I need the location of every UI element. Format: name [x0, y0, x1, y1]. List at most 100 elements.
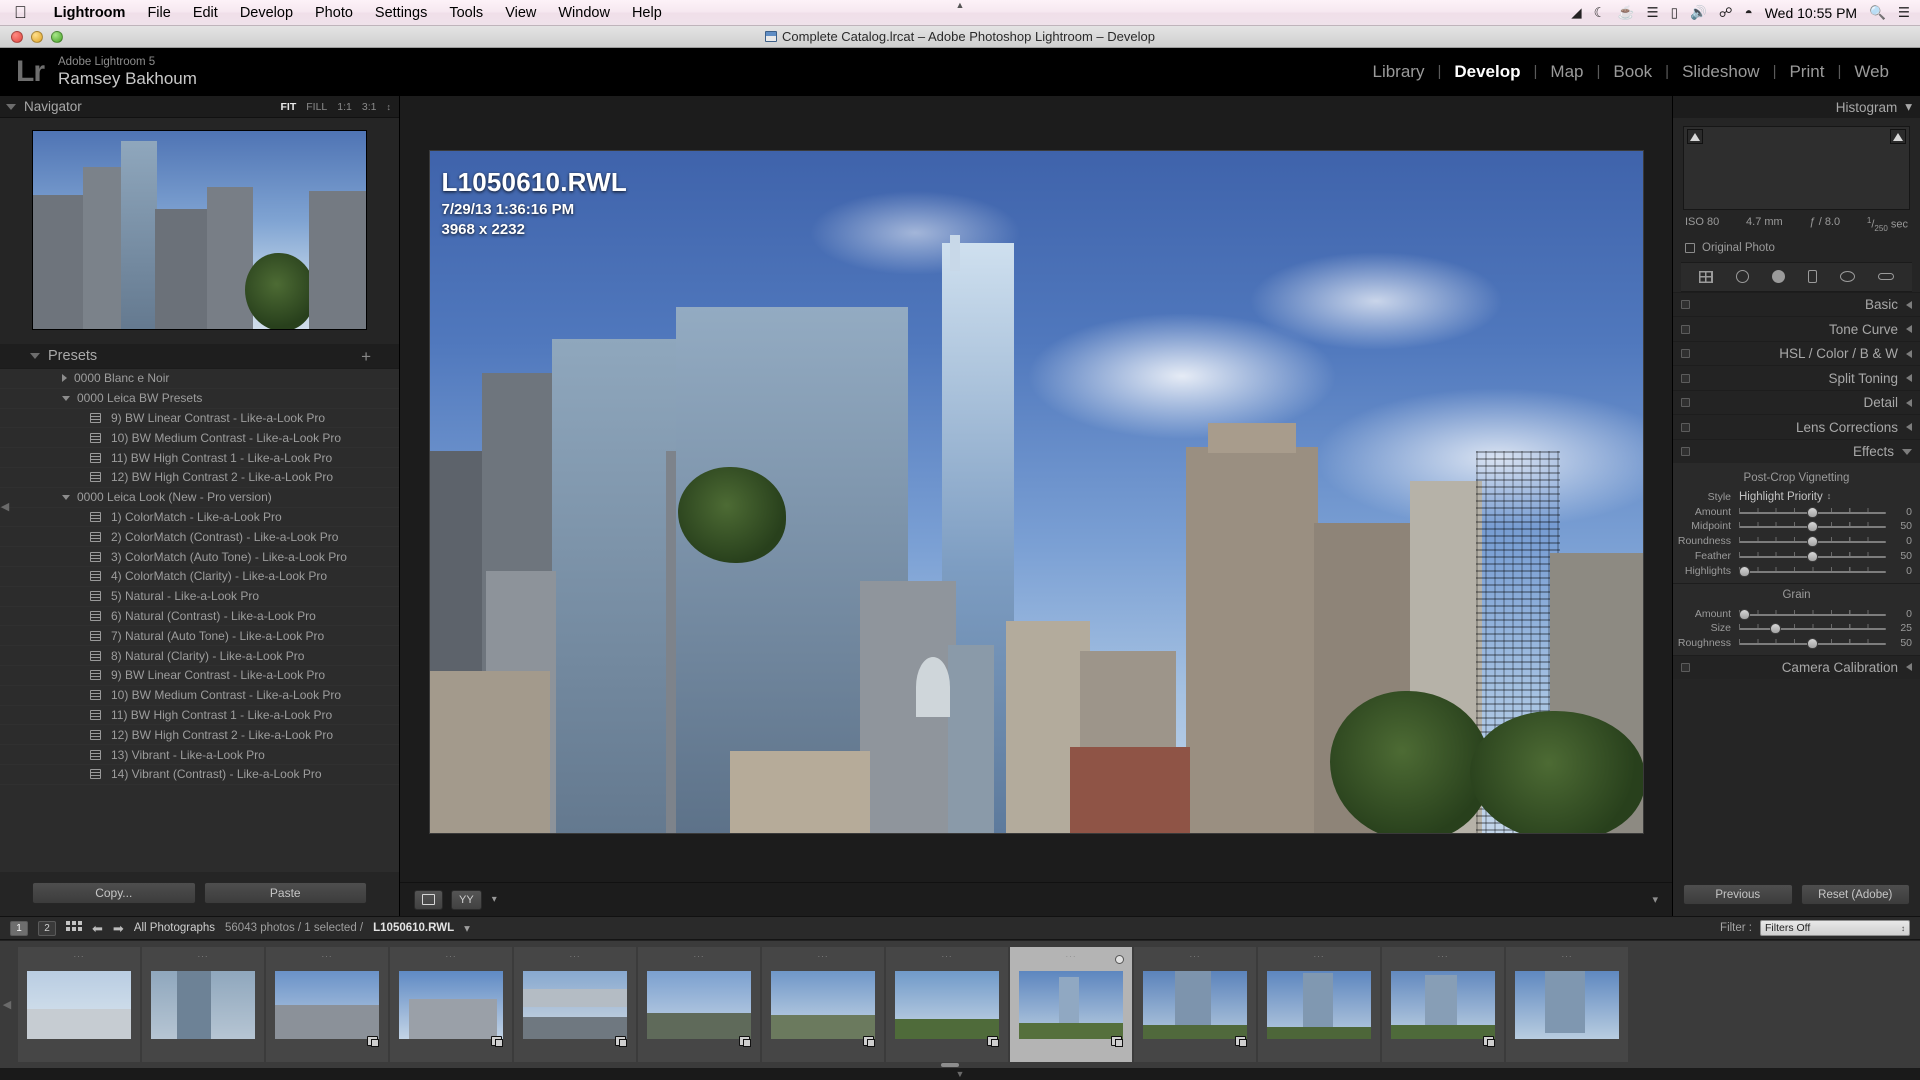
zoom-mode-1-1[interactable]: 1:1 [337, 101, 352, 113]
style-spinner-icon[interactable]: ↕ [1827, 492, 1832, 501]
checkbox-icon[interactable] [1685, 242, 1695, 253]
preset-group-row[interactable]: 0000 Leica Look (New - Pro version) [0, 488, 399, 508]
module-library[interactable]: Library [1360, 62, 1438, 82]
section-detail[interactable]: Detail [1673, 389, 1920, 415]
filmstrip-thumbnail[interactable]: ··· [886, 947, 1008, 1062]
chevron-down-icon[interactable] [62, 494, 70, 500]
graduated-filter-icon[interactable] [1808, 270, 1818, 284]
preset-item-row[interactable]: 12) BW High Contrast 2 - Like-a-Look Pro [0, 725, 399, 746]
slider-value[interactable]: 50 [1886, 520, 1912, 532]
coffee-icon[interactable]: ☕ [1618, 5, 1635, 21]
vignette-style-row[interactable]: Style Highlight Priority ↕ [1673, 489, 1920, 504]
red-eye-correction-icon[interactable] [1771, 270, 1785, 284]
menu-item-photo[interactable]: Photo [304, 5, 364, 21]
dropbox-icon[interactable]: ◢ [1571, 5, 1581, 21]
module-book[interactable]: Book [1600, 62, 1665, 82]
filmstrip-left-arrow[interactable]: ◀ [2, 941, 12, 1068]
display-icon[interactable]: ▯ [1671, 5, 1678, 21]
slider-knob[interactable] [1807, 536, 1818, 548]
slider-value[interactable]: 25 [1886, 622, 1912, 634]
slider-value[interactable]: 0 [1886, 506, 1912, 518]
zoom-mode-fit[interactable]: FIT [281, 101, 297, 113]
identity-plate[interactable]: Adobe Lightroom 5 Ramsey Bakhoum [58, 55, 197, 89]
thumbnail-flag-icon[interactable] [1115, 955, 1124, 964]
preset-item-row[interactable]: 6) Natural (Contrast) - Like-a-Look Pro [0, 607, 399, 627]
section-switch-icon[interactable] [1681, 662, 1690, 672]
style-value[interactable]: Highlight Priority [1739, 491, 1823, 503]
original-photo-toggle[interactable]: Original Photo [1673, 233, 1920, 262]
bluetooth-icon[interactable]: ☍ [1719, 5, 1733, 21]
chevron-right-icon[interactable] [62, 374, 67, 383]
section-switch-icon[interactable] [1681, 349, 1690, 359]
filmstrip-thumbnail[interactable]: ··· [514, 947, 636, 1062]
preset-item-row[interactable]: 2) ColorMatch (Contrast) - Like-a-Look P… [0, 527, 399, 548]
before-after-button[interactable]: YY [451, 889, 482, 910]
toolbar-options-caret-icon[interactable]: ▾ [492, 894, 497, 905]
radial-filter-icon[interactable] [1840, 271, 1856, 283]
section-lens-corrections[interactable]: Lens Corrections [1673, 414, 1920, 439]
chevron-left-icon[interactable] [1906, 349, 1912, 358]
section-hsl-color-bw[interactable]: HSL / Color / B & W [1673, 340, 1920, 366]
preset-group-row[interactable]: 0000 Blanc e Noir [0, 369, 399, 389]
preset-group-row[interactable]: 0000 Leica BW Presets [0, 389, 399, 409]
section-split-toning[interactable]: Split Toning [1673, 365, 1920, 390]
section-switch-icon[interactable] [1681, 447, 1690, 457]
moon-icon[interactable]: ☾ [1594, 5, 1606, 21]
filmstrip-thumbnail[interactable]: ··· [142, 947, 264, 1062]
slider-row[interactable]: Midpoint 50 [1673, 519, 1920, 534]
slider-track[interactable] [1739, 549, 1886, 563]
slider-knob[interactable] [1739, 565, 1751, 577]
preset-item-row[interactable]: 8) Natural (Clarity) - Like-a-Look Pro [0, 646, 399, 666]
slider-value[interactable]: 50 [1886, 637, 1912, 649]
highlight-clipping-icon[interactable] [1890, 129, 1906, 144]
preset-item-row[interactable]: 9) BW Linear Contrast - Like-a-Look Pro [0, 409, 399, 429]
chevron-left-icon[interactable] [1906, 398, 1912, 407]
chevron-left-icon[interactable] [1906, 374, 1912, 383]
preset-item-row[interactable]: 5) Natural - Like-a-Look Pro [0, 587, 399, 607]
histogram-graph[interactable] [1683, 126, 1910, 210]
slider-knob[interactable] [1807, 638, 1818, 650]
copy-button[interactable]: Copy... [32, 882, 196, 904]
volume-icon[interactable]: 🔊 [1690, 5, 1707, 21]
slider-track[interactable] [1739, 505, 1886, 519]
filmstrip-thumbnail[interactable]: ··· [1258, 947, 1380, 1062]
menu-item-help[interactable]: Help [621, 5, 673, 21]
nav-back-icon[interactable]: ⬅ [92, 922, 103, 935]
chevron-left-icon[interactable] [1906, 663, 1912, 672]
wifi-icon[interactable]: ◓ [1745, 5, 1753, 20]
slider-knob[interactable] [1770, 623, 1782, 635]
filmstrip-thumbnail[interactable]: ··· [390, 947, 512, 1062]
preset-item-row[interactable]: 7) Natural (Auto Tone) - Like-a-Look Pro [0, 626, 399, 647]
slider-knob[interactable] [1807, 521, 1818, 533]
search-icon[interactable]: 🔍 [1869, 5, 1886, 21]
apple-logo-icon[interactable]:  [14, 4, 27, 21]
reset-button[interactable]: Reset (Adobe) [1800, 884, 1910, 905]
filmstrip-collapse-icon[interactable]: ▼ [0, 1068, 1920, 1080]
presets-list[interactable]: 0000 Blanc e Noir 0000 Leica BW Presets 9)… [0, 368, 399, 872]
left-panel-collapse-arrow[interactable]: ◀ [0, 96, 10, 916]
preset-item-row[interactable]: 10) BW Medium Contrast - Like-a-Look Pro [0, 428, 399, 449]
zoom-mode-fill[interactable]: FILL [306, 101, 327, 113]
module-develop[interactable]: Develop [1441, 62, 1533, 82]
filmstrip-thumbnail[interactable]: ··· [1382, 947, 1504, 1062]
navigator-header[interactable]: Navigator FIT FILL 1:1 3:1 ↕ [0, 96, 399, 118]
section-camera-calibration[interactable]: Camera Calibration [1673, 654, 1920, 680]
menu-item-tools[interactable]: Tools [438, 5, 494, 21]
menu-item-file[interactable]: File [136, 5, 181, 21]
menu-bar-clock[interactable]: Wed 10:55 PM [1765, 5, 1857, 21]
module-map[interactable]: Map [1537, 62, 1596, 82]
chevron-down-icon[interactable] [1902, 448, 1912, 455]
preset-item-row[interactable]: 1) ColorMatch - Like-a-Look Pro [0, 508, 399, 528]
chevron-down-icon[interactable] [30, 353, 40, 359]
source-label[interactable]: All Photographs [134, 922, 215, 934]
slider-row[interactable]: Amount 0 [1673, 606, 1920, 621]
filmstrip-thumbnail[interactable]: ··· [1506, 947, 1628, 1062]
add-preset-button[interactable]: + [361, 348, 371, 365]
slider-value[interactable]: 0 [1886, 608, 1912, 620]
slider-knob[interactable] [1739, 608, 1751, 620]
filmstrip-thumbnail[interactable]: ··· [1134, 947, 1256, 1062]
slider-value[interactable]: 0 [1886, 565, 1912, 577]
menu-list-icon[interactable]: ☰ [1898, 5, 1910, 21]
loupe-view[interactable]: L1050610.RWL 7/29/13 1:36:16 PM 3968 x 2… [400, 96, 1672, 882]
preset-item-row[interactable]: 9) BW Linear Contrast - Like-a-Look Pro [0, 666, 399, 686]
